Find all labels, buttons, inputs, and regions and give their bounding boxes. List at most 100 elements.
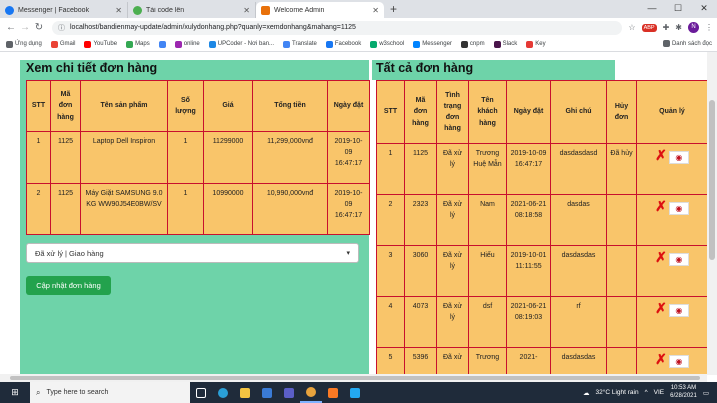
vscode-icon[interactable] — [344, 382, 366, 403]
maximize-icon[interactable]: ☐ — [665, 0, 691, 16]
bookmark-label: Maps — [135, 41, 150, 47]
bookmark-label: Messenger — [422, 41, 452, 47]
bookmark-unnamed[interactable] — [158, 40, 166, 48]
view-eye-icon[interactable]: ◉ — [668, 304, 689, 317]
language-indicator[interactable]: VIE — [654, 389, 664, 396]
bookmark-online[interactable]: online — [174, 40, 200, 48]
store-icon[interactable] — [256, 382, 278, 403]
forward-icon[interactable]: → — [18, 22, 32, 33]
table-row: 2 1125 Máy Giặt SAMSUNG 9.0 KG WW90J54E0… — [26, 183, 370, 235]
delete-icon[interactable]: ✗ — [655, 147, 667, 163]
close-icon[interactable]: ✕ — [115, 6, 122, 15]
info-icon[interactable]: ⓘ — [58, 23, 65, 33]
bookmark-label: online — [183, 41, 200, 47]
close-icon[interactable]: ✕ — [372, 6, 379, 15]
bookmark-key[interactable]: Key — [526, 40, 546, 48]
bookmark-gmail[interactable]: Gmail — [50, 40, 75, 48]
clock-time: 10:53 AM — [670, 384, 697, 391]
taskbar-search[interactable]: ⌕ Type here to search — [30, 382, 190, 403]
delete-icon[interactable]: ✗ — [655, 249, 667, 265]
cell-product-name: Máy Giặt SAMSUNG 9.0 KG WW90J54E0BW/SV — [80, 183, 168, 235]
tab-upload-code[interactable]: Tải code lên ✕ — [128, 2, 256, 18]
tray-up-icon[interactable]: ^ — [645, 389, 648, 396]
file-explorer-icon[interactable] — [234, 382, 256, 403]
reading-list[interactable]: Danh sách đọc — [662, 40, 712, 47]
close-icon[interactable]: ✕ — [243, 6, 250, 15]
bookmark-slack[interactable]: Slack — [493, 40, 517, 48]
bookmark-maps[interactable]: Maps — [126, 40, 150, 48]
all-orders-table: STT Mã đơn hàng Tình trạng đơn hàng Tên … — [376, 80, 707, 375]
star-icon[interactable]: ☆ — [628, 23, 635, 32]
view-eye-icon[interactable]: ◉ — [668, 202, 689, 215]
back-icon[interactable]: ← — [4, 22, 18, 33]
cell-cancel — [606, 347, 637, 375]
teams-icon[interactable] — [278, 382, 300, 403]
task-view-icon[interactable] — [190, 382, 212, 403]
system-tray: ☁ 32°C Light rain ^ VIE 10:53 AM 6/28/20… — [583, 385, 717, 401]
url-input[interactable]: ⓘ localhost/bandienmay-update/admin/xuly… — [52, 20, 623, 35]
col-order-date: Ngày đặt — [506, 80, 551, 144]
cell-price: 10990000 — [203, 183, 253, 235]
windows-start-icon[interactable]: ⊞ — [0, 387, 30, 398]
bookmark-facebook[interactable]: Facebook — [325, 40, 361, 48]
maps-icon — [126, 40, 134, 48]
scrollbar-thumb[interactable] — [10, 376, 700, 380]
cell-manage: ✗ ◉ — [636, 347, 707, 375]
view-eye-icon[interactable]: ◉ — [668, 253, 689, 266]
extension-icon[interactable]: ✚ — [663, 23, 670, 32]
bookmark-messenger[interactable]: Messenger — [413, 40, 452, 48]
chrome-icon[interactable] — [300, 382, 322, 403]
cell-stt: 2 — [376, 194, 405, 246]
bookmark-cnpm[interactable]: cnpm — [460, 40, 485, 48]
search-icon: ⌕ — [36, 387, 41, 397]
update-order-button[interactable]: Cập nhật đơn hàng — [26, 276, 111, 295]
cell-order-status: Đã xử lý — [436, 194, 469, 246]
delete-icon[interactable]: ✗ — [655, 198, 667, 214]
table-row: 5 5396 Đã xử Trương 2021- dasdasdas ✗ ◉ — [376, 347, 707, 375]
new-tab-button[interactable]: + — [384, 2, 403, 18]
view-eye-icon[interactable]: ◉ — [668, 151, 689, 164]
cell-order-date: 2021-06-21 08:19:03 — [506, 296, 551, 348]
tab-messenger[interactable]: Messenger | Facebook ✕ — [0, 2, 128, 18]
cell-cancel — [606, 245, 637, 297]
weather-icon[interactable]: ☁ — [583, 389, 590, 397]
delete-icon[interactable]: ✗ — [655, 300, 667, 316]
gmail-icon — [50, 40, 58, 48]
extension-abp-icon[interactable]: ABP — [641, 23, 657, 32]
view-eye-icon[interactable]: ◉ — [668, 355, 689, 368]
order-detail-title: Xem chi tiết đơn hàng — [26, 61, 158, 75]
horizontal-scrollbar[interactable] — [0, 374, 707, 382]
reload-icon[interactable]: ↻ — [32, 22, 46, 33]
weather-text[interactable]: 32°C Light rain — [596, 389, 639, 396]
minimize-icon[interactable]: — — [639, 0, 665, 16]
cell-order-date: 2021-06-21 08:18:58 — [506, 194, 551, 246]
delete-icon[interactable]: ✗ — [655, 351, 667, 367]
facebook-icon — [5, 5, 14, 15]
menu-icon[interactable]: ⋮ — [705, 23, 713, 32]
bookmark-youtube[interactable]: YouTube — [84, 40, 117, 48]
notification-icon[interactable]: ▭ — [703, 389, 709, 397]
col-stt: STT — [376, 80, 405, 144]
cell-quantity: 1 — [167, 183, 204, 235]
clock[interactable]: 10:53 AM 6/28/2021 — [670, 385, 697, 401]
col-customer-name: Tên khách hàng — [468, 80, 507, 144]
bookmark-translate[interactable]: Translate — [283, 40, 317, 48]
profile-avatar[interactable]: N — [688, 22, 699, 33]
bookmark-upcoder[interactable]: UPCoder - Nơi ban... — [208, 40, 274, 48]
bookmark-apps[interactable]: Ứng dụng — [6, 40, 42, 48]
cell-note: dasdasdas — [550, 347, 607, 375]
col-order-id: Mã đơn hàng — [404, 80, 437, 144]
edge-icon[interactable] — [212, 382, 234, 403]
vertical-scrollbar[interactable] — [707, 52, 717, 375]
puzzle-icon[interactable]: ✱ — [675, 23, 682, 32]
cell-note: dasdasdas — [550, 245, 607, 297]
scrollbar-thumb[interactable] — [709, 100, 715, 260]
close-window-icon[interactable]: ✕ — [691, 0, 717, 16]
col-product-name: Tên sản phẩm — [80, 80, 168, 132]
cell-order-status: Đã xử lý — [436, 296, 469, 348]
bookmark-w3school[interactable]: w3school — [370, 40, 404, 48]
tab-welcome-admin[interactable]: Welcome Admin ✕ — [256, 2, 384, 18]
order-status-select[interactable]: Đã xử lý | Giao hàng ▾ — [26, 243, 359, 263]
cell-order-id: 2323 — [404, 194, 437, 246]
xampp-icon[interactable] — [322, 382, 344, 403]
